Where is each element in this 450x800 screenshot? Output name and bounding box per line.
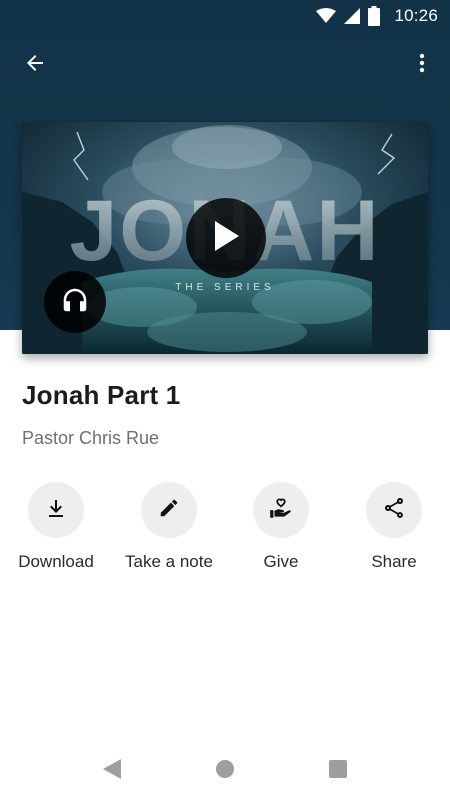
take-note-label: Take a note (125, 552, 213, 571)
give-label: Give (263, 552, 299, 571)
cell-signal-icon (344, 8, 361, 24)
nav-home-button[interactable] (213, 759, 237, 783)
action-row: Download Take a note Give Share (0, 482, 450, 582)
download-action[interactable]: Download (0, 482, 112, 572)
give-button[interactable] (253, 482, 309, 538)
back-button[interactable] (13, 43, 57, 87)
speaker-name: Pastor Chris Rue (22, 428, 160, 448)
share-label: Share (371, 552, 417, 571)
battery-icon (368, 6, 381, 26)
audio-button[interactable] (44, 271, 106, 333)
download-icon (44, 496, 68, 525)
nav-home-icon (215, 759, 235, 784)
download-button[interactable] (28, 482, 84, 538)
play-icon (211, 219, 241, 258)
nav-recents-button[interactable] (326, 759, 350, 783)
headphones-icon (60, 285, 90, 320)
download-label: Download (18, 552, 94, 571)
give-action[interactable]: Give (225, 482, 337, 572)
share-button[interactable] (366, 482, 422, 538)
app-bar (0, 40, 450, 90)
play-button[interactable] (186, 198, 266, 278)
artwork-subheadline: THE SERIES (175, 282, 274, 293)
system-nav-bar (0, 742, 450, 800)
pencil-icon (158, 497, 180, 524)
more-vert-icon (410, 51, 434, 80)
more-options-button[interactable] (400, 43, 444, 87)
arrow-back-icon (23, 51, 47, 80)
message-title: Jonah Part 1 (22, 380, 181, 410)
take-note-action[interactable]: Take a note (113, 482, 225, 572)
wifi-icon (316, 8, 337, 24)
take-note-button[interactable] (141, 482, 197, 538)
status-time: 10:26 (394, 6, 438, 25)
nav-recents-icon (328, 759, 348, 784)
nav-back-button[interactable] (100, 758, 124, 785)
status-bar: 10:26 (0, 0, 450, 32)
share-action[interactable]: Share (338, 482, 450, 572)
nav-back-icon (102, 758, 122, 785)
give-heart-hand-icon (268, 495, 294, 526)
share-icon (382, 496, 406, 525)
